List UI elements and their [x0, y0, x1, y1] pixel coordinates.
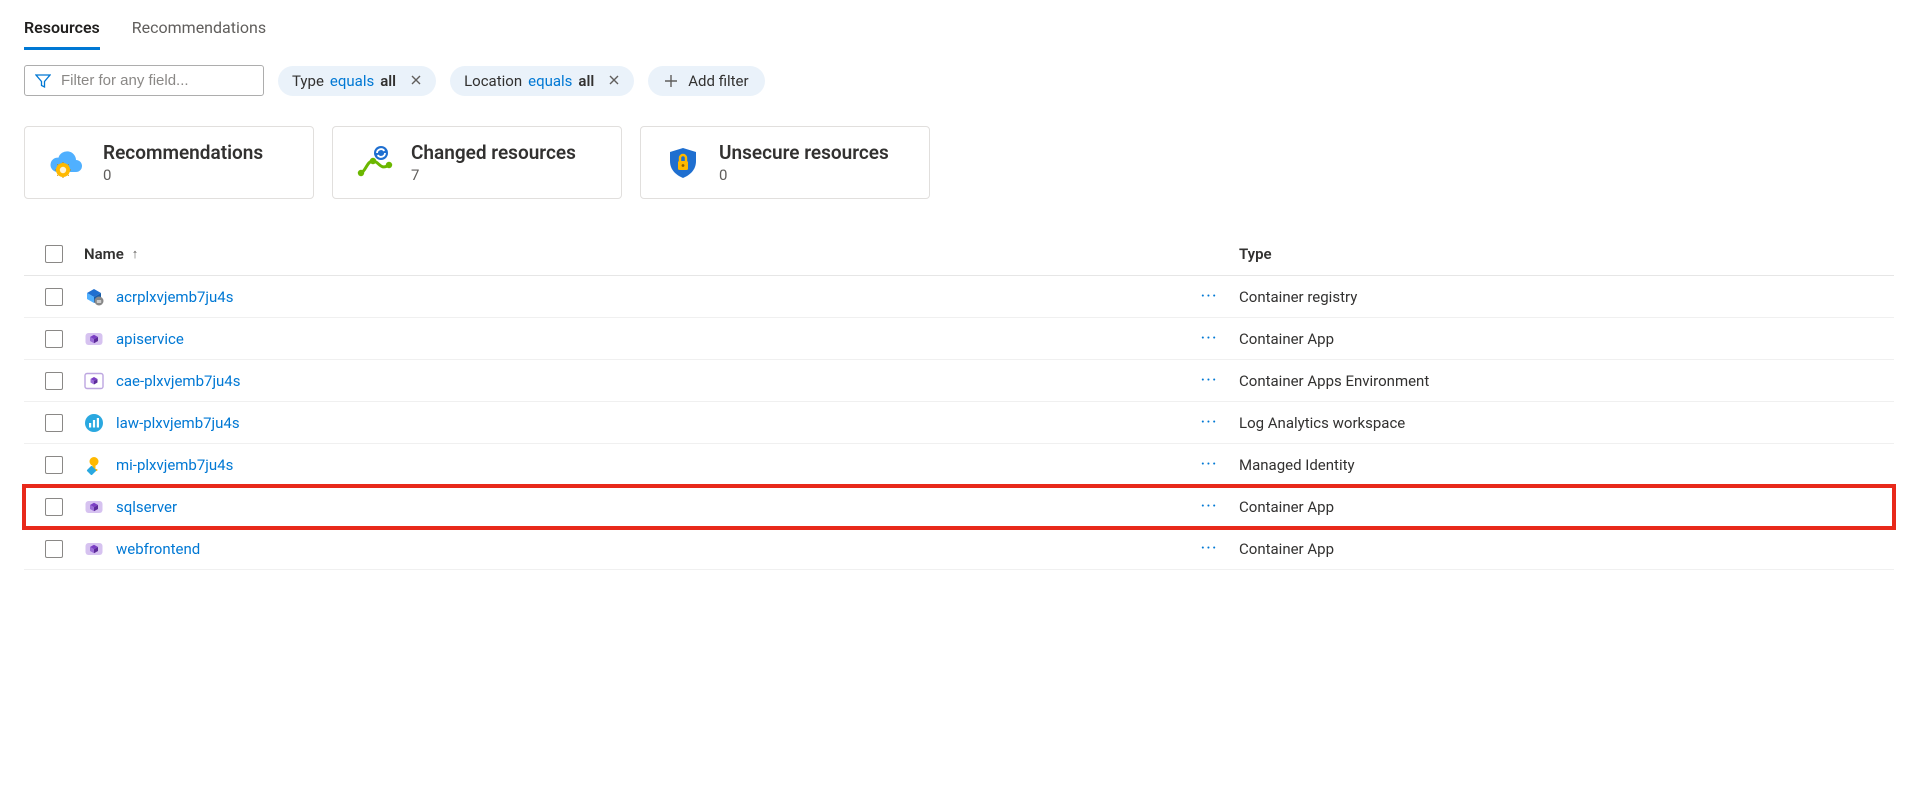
row-checkbox[interactable] — [45, 288, 63, 306]
pill-op: equals — [528, 72, 572, 90]
row-checkbox[interactable] — [45, 540, 63, 558]
resource-type: Container registry — [1239, 288, 1357, 306]
registry-icon — [84, 287, 104, 307]
pill-op: equals — [330, 72, 374, 90]
add-filter-button[interactable]: Add filter — [648, 66, 764, 96]
table-row: webfrontend ··· Container App — [24, 528, 1894, 570]
more-actions-icon[interactable]: ··· — [1200, 538, 1217, 559]
card-count: 0 — [103, 166, 263, 184]
more-actions-icon[interactable]: ··· — [1200, 370, 1217, 391]
card-changed-resources[interactable]: Changed resources 7 — [332, 126, 622, 199]
containerapp-icon — [84, 329, 104, 349]
shield-lock-icon — [665, 145, 701, 181]
column-header-name[interactable]: Name ↑ — [84, 245, 1179, 263]
close-icon[interactable] — [410, 72, 422, 90]
filter-input[interactable] — [59, 71, 262, 90]
more-actions-icon[interactable]: ··· — [1200, 286, 1217, 307]
more-actions-icon[interactable]: ··· — [1200, 328, 1217, 349]
card-count: 7 — [411, 166, 576, 184]
card-title: Recommendations — [103, 141, 263, 164]
column-label: Type — [1239, 245, 1272, 263]
row-checkbox[interactable] — [45, 414, 63, 432]
add-filter-label: Add filter — [688, 72, 748, 90]
tab-resources[interactable]: Resources — [24, 10, 100, 50]
table-row: acrplxvjemb7ju4s ··· Container registry — [24, 276, 1894, 318]
filter-icon — [35, 73, 51, 89]
containerapp-icon — [84, 539, 104, 559]
table-header: Name ↑ Type — [24, 235, 1894, 276]
more-actions-icon[interactable]: ··· — [1200, 454, 1217, 475]
card-title: Unsecure resources — [719, 141, 889, 164]
filter-row: Type equals all Location equals all Add … — [24, 65, 1894, 96]
more-actions-icon[interactable]: ··· — [1200, 412, 1217, 433]
identity-icon — [84, 455, 104, 475]
more-actions-icon[interactable]: ··· — [1200, 496, 1217, 517]
filter-input-wrap[interactable] — [24, 65, 264, 96]
table-row: law-plxvjemb7ju4s ··· Log Analytics work… — [24, 402, 1894, 444]
close-icon[interactable] — [608, 72, 620, 90]
resource-link[interactable]: law-plxvjemb7ju4s — [116, 414, 240, 432]
filter-pill-location[interactable]: Location equals all — [450, 66, 634, 96]
table-row: mi-plxvjemb7ju4s ··· Managed Identity — [24, 444, 1894, 486]
pill-field: Type — [292, 72, 324, 90]
card-count: 0 — [719, 166, 889, 184]
resource-link[interactable]: mi-plxvjemb7ju4s — [116, 456, 233, 474]
card-title: Changed resources — [411, 141, 576, 164]
row-checkbox[interactable] — [45, 330, 63, 348]
resources-table: Name ↑ Type acrplxvjemb7ju4s ··· Contain… — [24, 235, 1894, 570]
resource-type: Managed Identity — [1239, 456, 1355, 474]
row-checkbox[interactable] — [45, 372, 63, 390]
law-icon — [84, 413, 104, 433]
row-checkbox[interactable] — [45, 456, 63, 474]
pill-field: Location — [464, 72, 522, 90]
resource-link[interactable]: sqlserver — [116, 498, 177, 516]
containerapp-icon — [84, 497, 104, 517]
cloud-badge-icon — [49, 145, 85, 181]
card-recommendations[interactable]: Recommendations 0 — [24, 126, 314, 199]
cards-row: Recommendations 0 Changed resources 7 — [24, 126, 1894, 199]
caenv-icon — [84, 371, 104, 391]
table-row: apiservice ··· Container App — [24, 318, 1894, 360]
resource-type: Container App — [1239, 540, 1334, 558]
resource-link[interactable]: cae-plxvjemb7ju4s — [116, 372, 240, 390]
table-row: sqlserver ··· Container App — [24, 486, 1894, 528]
pill-val: all — [578, 72, 594, 90]
plus-icon — [664, 74, 678, 88]
column-label: Name — [84, 245, 124, 263]
resource-type: Log Analytics workspace — [1239, 414, 1405, 432]
table-row: cae-plxvjemb7ju4s ··· Container Apps Env… — [24, 360, 1894, 402]
column-header-type[interactable]: Type — [1239, 245, 1894, 263]
resource-type: Container App — [1239, 498, 1334, 516]
resource-link[interactable]: apiservice — [116, 330, 184, 348]
sort-ascending-icon: ↑ — [132, 246, 139, 262]
resource-link[interactable]: webfrontend — [116, 540, 200, 558]
select-all-checkbox[interactable] — [45, 245, 63, 263]
resource-link[interactable]: acrplxvjemb7ju4s — [116, 288, 233, 306]
resource-type: Container App — [1239, 330, 1334, 348]
sync-graph-icon — [357, 145, 393, 181]
tabs-bar: Resources Recommendations — [24, 10, 1894, 51]
pill-val: all — [380, 72, 396, 90]
tab-recommendations[interactable]: Recommendations — [132, 10, 266, 50]
row-checkbox[interactable] — [45, 498, 63, 516]
card-unsecure-resources[interactable]: Unsecure resources 0 — [640, 126, 930, 199]
filter-pill-type[interactable]: Type equals all — [278, 66, 436, 96]
resource-type: Container Apps Environment — [1239, 372, 1429, 390]
